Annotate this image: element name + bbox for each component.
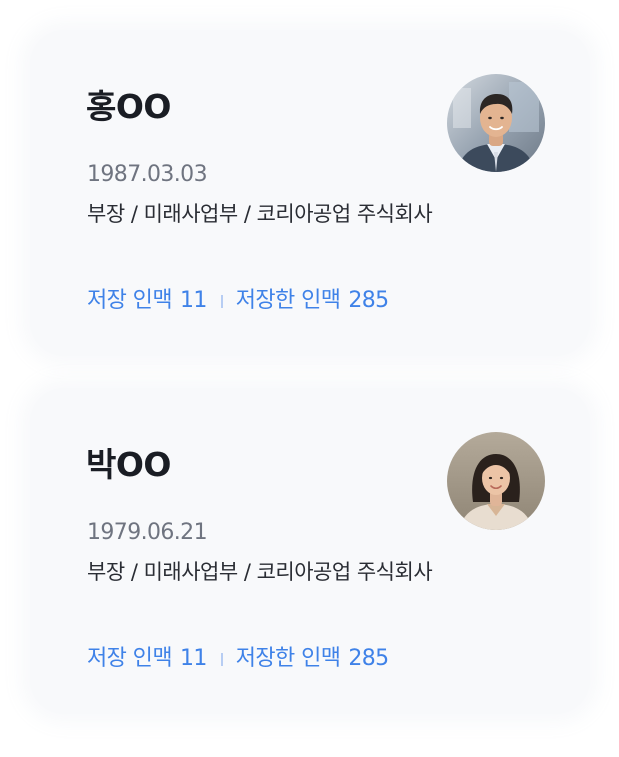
profile-affiliation: 부장 / 미래사업부 / 코리아공업 주식회사 [87,560,433,584]
avatar [447,74,545,172]
profile-card[interactable]: 홍OO 1987.03.03 부장 / 미래사업부 / 코리아공업 주식회사 저… [30,30,590,356]
profile-affiliation: 부장 / 미래사업부 / 코리아공업 주식회사 [87,202,433,226]
profile-stats: 저장 인맥 11 저장한 인맥 285 [87,290,389,312]
man-portrait-icon [447,74,545,172]
saved-contacts-count: 11 [179,288,207,313]
saved-by-count: 285 [348,646,389,671]
avatar [447,432,545,530]
stats-divider [220,294,223,308]
saved-by-link[interactable]: 저장한 인맥 285 [236,290,389,312]
profile-birthdate: 1987.03.03 [87,162,208,187]
saved-contacts-link[interactable]: 저장 인맥 11 [87,290,207,312]
woman-portrait-icon [447,432,545,530]
saved-contacts-label: 저장 인맥 [87,646,173,671]
profile-stats: 저장 인맥 11 저장한 인맥 285 [87,648,389,670]
saved-contacts-label: 저장 인맥 [87,288,173,313]
saved-by-count: 285 [348,288,389,313]
saved-by-label: 저장한 인맥 [235,288,341,313]
profile-name: 홍OO [86,87,171,126]
saved-contacts-link[interactable]: 저장 인맥 11 [87,648,207,670]
saved-by-link[interactable]: 저장한 인맥 285 [236,648,389,670]
saved-contacts-count: 11 [179,646,207,671]
profile-card[interactable]: 박OO 1979.06.21 부장 / 미래사업부 / 코리아공업 주식회사 저… [30,388,590,714]
profile-list: 홍OO 1987.03.03 부장 / 미래사업부 / 코리아공업 주식회사 저… [0,0,619,757]
profile-name: 박OO [86,445,171,484]
profile-birthdate: 1979.06.21 [87,520,208,545]
stats-divider [220,652,223,666]
saved-by-label: 저장한 인맥 [235,646,341,671]
